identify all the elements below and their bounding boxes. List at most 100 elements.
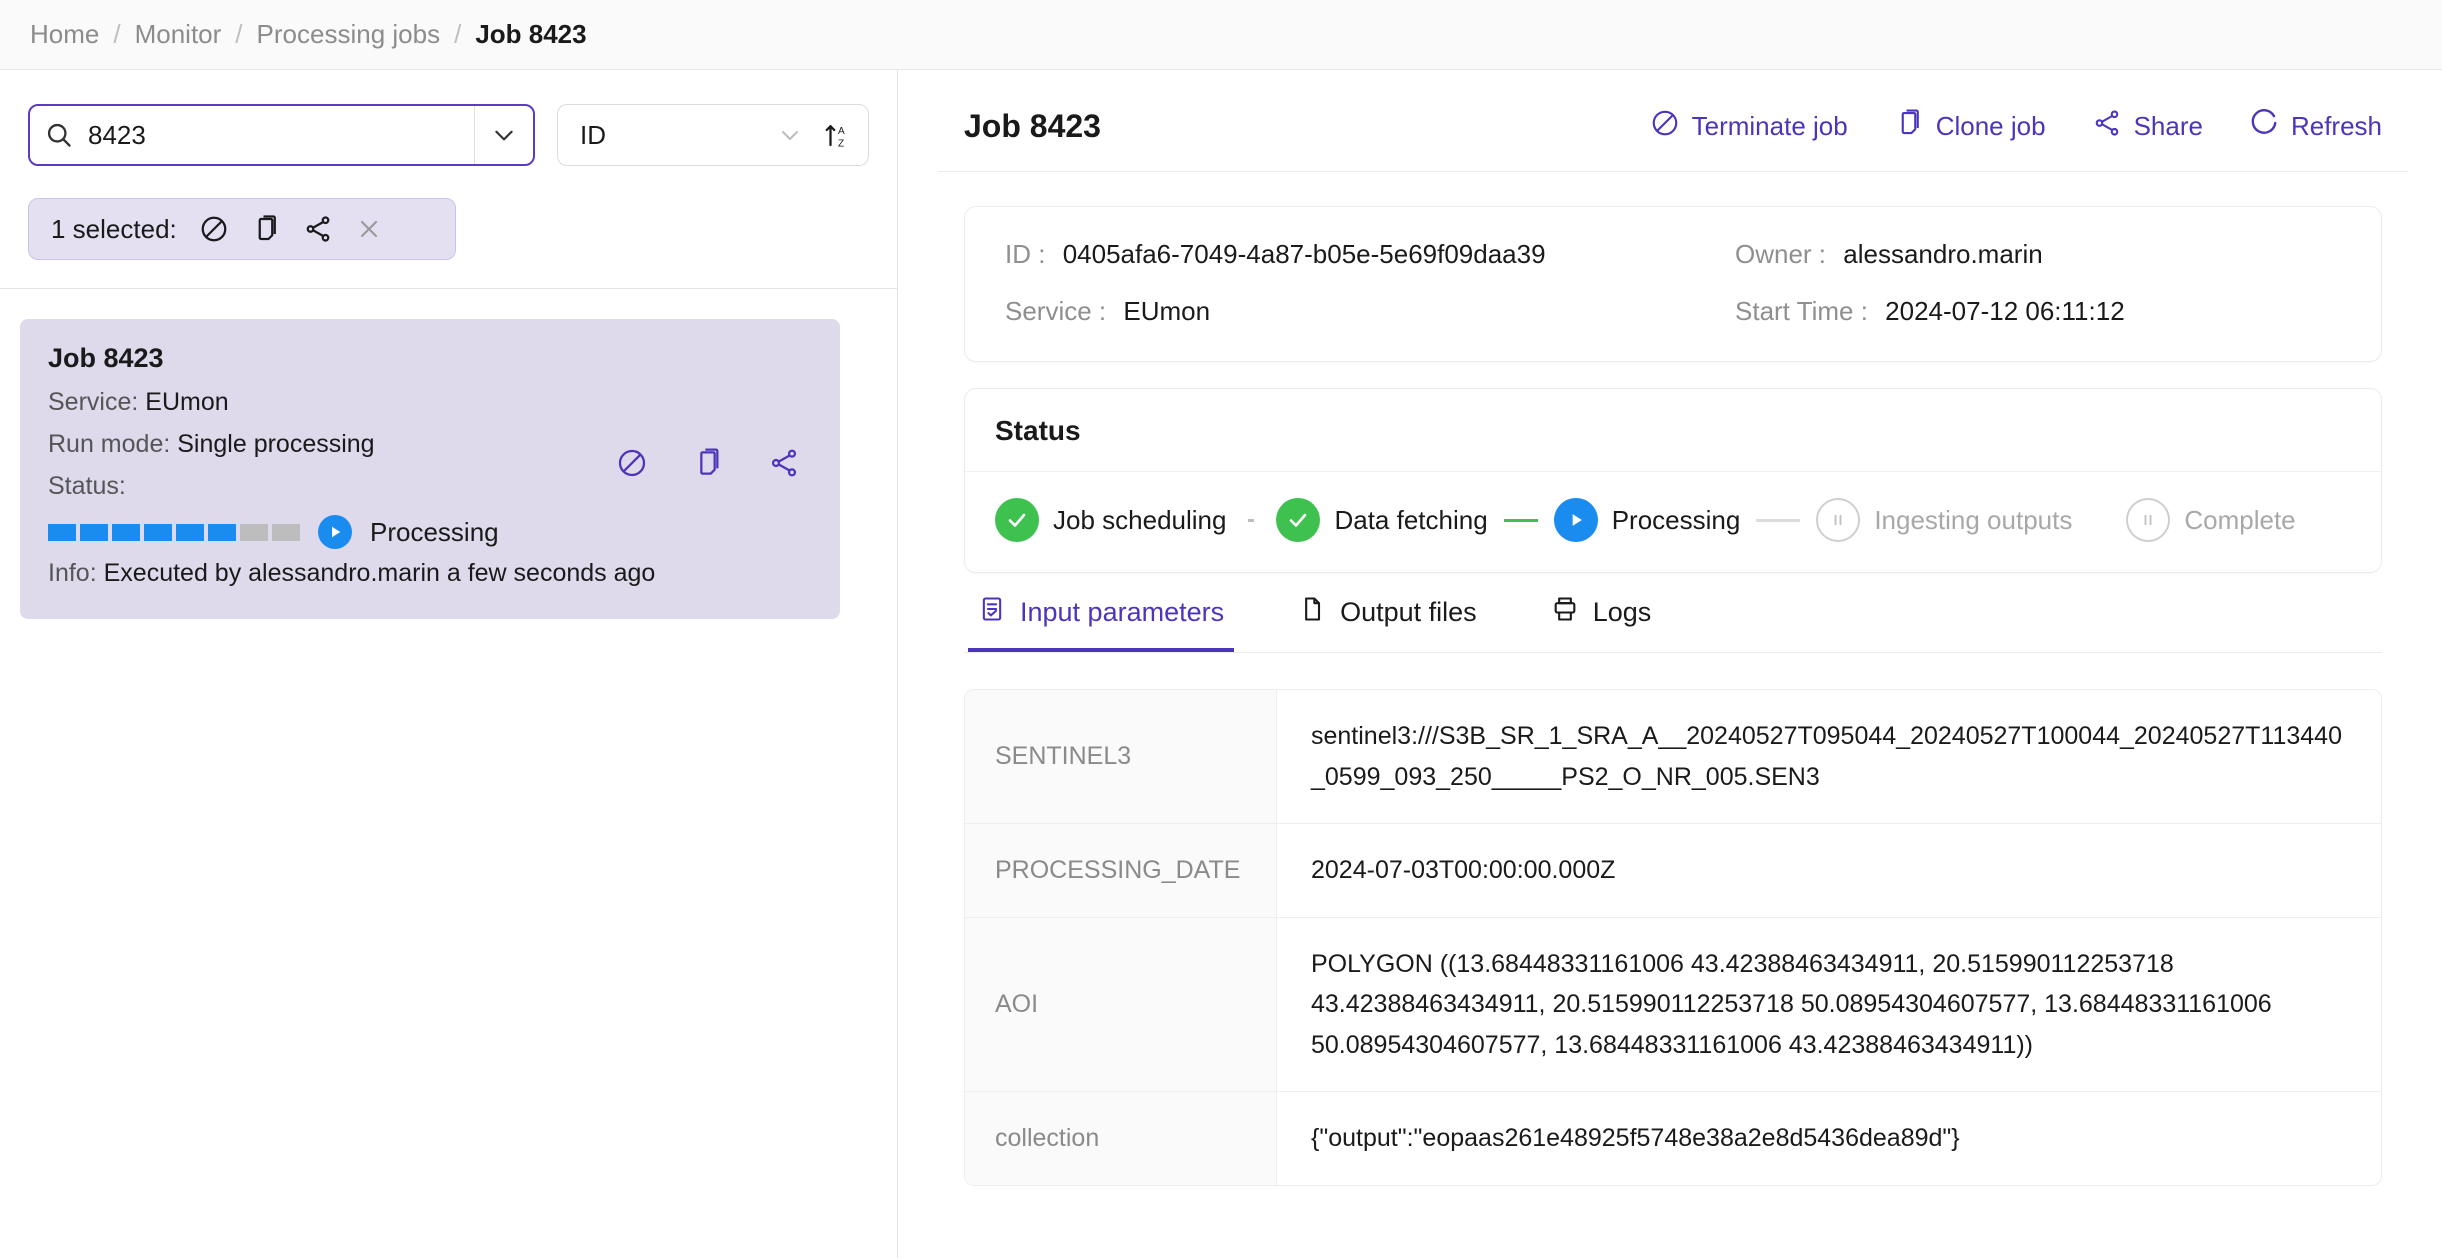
refresh-button[interactable]: Refresh: [2249, 108, 2382, 145]
progress-segment: [144, 523, 172, 541]
table-row: AOI POLYGON ((13.68448331161006 43.423884…: [965, 917, 2381, 1092]
jobs-list-pane: ID A Z 1 selec: [0, 70, 898, 1258]
job-start-time-label: Start Time :: [1735, 296, 1868, 326]
table-row: PROCESSING_DATE 2024-07-03T00:00:00.000Z: [965, 824, 2381, 918]
parameter-value: {"output":"eopaas261e48925f5748e38a2e8d5…: [1311, 1124, 1960, 1152]
svg-text:Z: Z: [838, 138, 844, 149]
job-start-time-value: 2024-07-12 06:11:12: [1885, 296, 2125, 326]
tab-output-files[interactable]: Output files: [1288, 573, 1487, 652]
breadcrumb-separator: /: [235, 19, 243, 49]
job-service-row: Service : EUmon: [1005, 296, 1735, 327]
breadcrumb-item-current: Job 8423: [475, 19, 587, 49]
job-card-progress-row: Processing: [48, 515, 812, 550]
share-icon[interactable]: [303, 214, 333, 244]
job-card-service-label: Service:: [48, 388, 139, 416]
job-detail-tabs: Input parameters Output files Logs: [964, 573, 2382, 653]
status-step-label: Complete: [2184, 504, 2296, 535]
clone-job-label: Clone job: [1935, 111, 2046, 141]
selection-count-label: 1 selected:: [51, 213, 177, 244]
list-item[interactable]: Job 8423 Service: EUmon Run mode: Single…: [20, 319, 840, 619]
job-owner-value: alessandro.marin: [1843, 239, 2043, 269]
copy-icon: [1894, 108, 1924, 145]
progress-segment: [176, 523, 204, 541]
terminate-job-label: Terminate job: [1691, 111, 1848, 141]
job-detail-pane: Job 8423 Terminate job Clone job Share R…: [898, 70, 2442, 1258]
tab-logs-label: Logs: [1592, 597, 1652, 627]
job-start-time-row: Start Time : 2024-07-12 06:11:12: [1735, 296, 2341, 327]
sort-field-group: ID A Z: [557, 104, 869, 166]
job-service-value: EUmon: [1123, 296, 1211, 326]
breadcrumb-item-home[interactable]: Home: [30, 19, 99, 50]
progress-segment: [240, 523, 268, 541]
selection-toolbar: 1 selected:: [28, 198, 456, 260]
status-step: Data fetching: [1276, 498, 1488, 542]
play-icon: [1553, 498, 1598, 542]
progress-segment: [80, 523, 108, 541]
close-icon[interactable]: [355, 215, 383, 243]
job-owner-row: Owner : alessandro.marin: [1735, 239, 2341, 270]
job-card-info-label: Info:: [48, 559, 97, 588]
job-card-info: Info: Executed by alessandro.marin a few…: [48, 557, 812, 591]
table-row: SENTINEL3 sentinel3:///S3B_SR_1_SRA_A__20…: [965, 690, 2381, 824]
job-info-card: ID : 0405afa6-7049-4a87-b05e-5e69f09daa3…: [964, 206, 2382, 362]
progress-bar: [48, 523, 300, 541]
status-step: Processing: [1553, 498, 1741, 542]
status-step: Job scheduling: [995, 498, 1226, 542]
status-step: Ingesting outputs: [1816, 498, 2072, 542]
ban-icon[interactable]: [616, 447, 648, 479]
status-step-label: Job scheduling: [1053, 504, 1227, 535]
parameter-key: SENTINEL3: [965, 690, 1277, 823]
job-card-title: Job 8423: [48, 343, 164, 373]
job-card-run-mode-value: Single processing: [177, 429, 375, 458]
tab-input-parameters-label: Input parameters: [1020, 597, 1225, 627]
search-icon: [30, 121, 88, 149]
play-icon: [318, 515, 352, 550]
status-stepper: Job scheduling Data fetching Processing Ing…: [965, 471, 2381, 572]
job-card-actions: [616, 447, 800, 479]
status-step: Complete: [2126, 498, 2296, 542]
ban-icon: [1650, 108, 1680, 145]
tab-logs[interactable]: Logs: [1541, 573, 1662, 652]
job-detail-header: Job 8423 Terminate job Clone job Share R…: [938, 100, 2408, 172]
tab-input-parameters[interactable]: Input parameters: [968, 573, 1235, 652]
share-button[interactable]: Share: [2092, 108, 2203, 145]
pause-icon: [2126, 498, 2171, 542]
job-id-value: 0405afa6-7049-4a87-b05e-5e69f09daa39: [1062, 239, 1546, 269]
progress-segment: [112, 523, 140, 541]
clone-job-button[interactable]: Clone job: [1894, 108, 2046, 145]
breadcrumb-item-processing-jobs[interactable]: Processing jobs: [257, 19, 441, 50]
copy-icon[interactable]: [251, 214, 281, 244]
terminate-job-button[interactable]: Terminate job: [1650, 108, 1848, 145]
search-toolbar: ID A Z: [0, 104, 897, 166]
breadcrumb-item-monitor[interactable]: Monitor: [135, 19, 222, 50]
input-parameters-table: SENTINEL3 sentinel3:///S3B_SR_1_SRA_A__20…: [964, 689, 2382, 1186]
status-step-connector: [1503, 518, 1538, 522]
page-title: Job 8423: [964, 108, 1101, 144]
job-card-info-value: Executed by alessandro.marin a few secon…: [103, 559, 656, 588]
printer-icon: [1551, 595, 1579, 630]
copy-icon[interactable]: [692, 447, 724, 479]
search-input[interactable]: [88, 119, 474, 151]
table-row: collection {"output":"eopaas261e48925f574…: [965, 1092, 2381, 1185]
sort-field-select[interactable]: ID: [557, 104, 817, 166]
tab-output-files-label: Output files: [1340, 597, 1477, 627]
status-step-connector: [1756, 518, 1801, 522]
parameter-key: collection: [965, 1092, 1277, 1185]
search-box[interactable]: [28, 104, 535, 166]
status-heading: Status: [995, 415, 1081, 446]
sort-direction-button[interactable]: A Z: [807, 104, 869, 166]
list-check-icon: [978, 595, 1006, 630]
parameter-value: 2024-07-03T00:00:00.000Z: [1311, 856, 1616, 884]
parameter-key: PROCESSING_DATE: [965, 824, 1277, 917]
chevron-down-icon[interactable]: [475, 122, 533, 148]
share-icon[interactable]: [768, 447, 800, 479]
breadcrumb-separator: /: [113, 19, 121, 49]
status-step-connector: [1248, 518, 1255, 522]
status-step-label: Processing: [1611, 504, 1741, 535]
job-id-row: ID : 0405afa6-7049-4a87-b05e-5e69f09daa3…: [1005, 239, 1735, 270]
job-card-service: Service: EUmon: [48, 386, 812, 420]
ban-icon[interactable]: [199, 214, 229, 244]
parameter-value: sentinel3:///S3B_SR_1_SRA_A__20240527T09…: [1311, 722, 2342, 791]
parameter-value: POLYGON ((13.68448331161006 43.423884634…: [1311, 949, 2272, 1059]
job-status-card: Status Job scheduling Data fetching Proces…: [964, 388, 2382, 573]
